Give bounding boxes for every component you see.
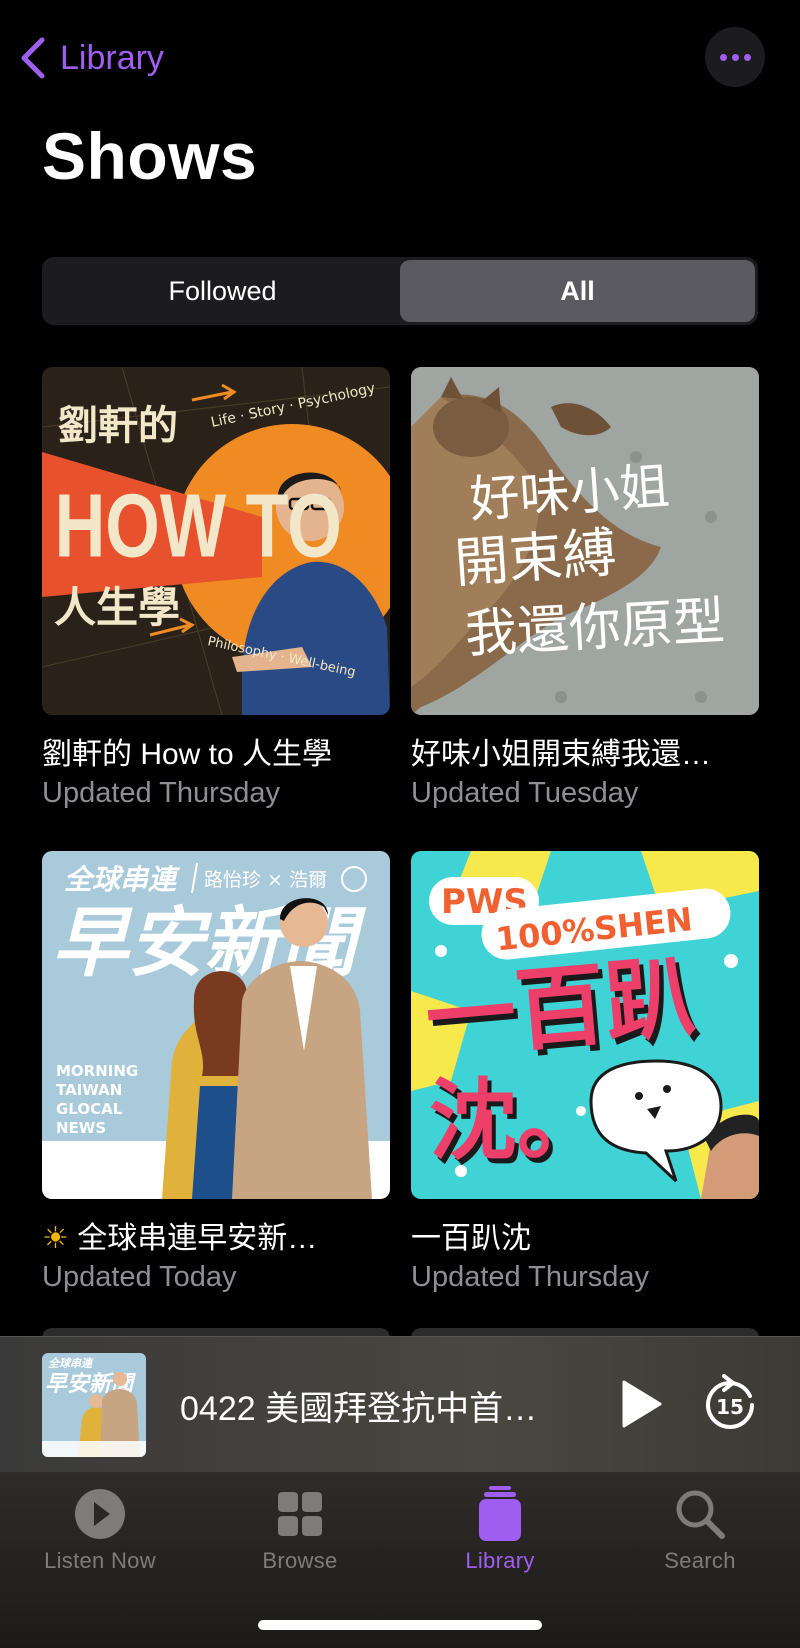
art-text: 開束縛 [453, 521, 619, 595]
back-button[interactable]: Library [18, 30, 164, 86]
art-text: 全球串連 [48, 1357, 94, 1370]
tab-browse[interactable]: Browse [200, 1484, 400, 1574]
art-text: TAIWAN [56, 1081, 122, 1099]
tab-listen-now[interactable]: Listen Now [0, 1484, 200, 1574]
tab-label: Library [465, 1548, 535, 1573]
ellipsis-dot [743, 53, 751, 61]
skip-forward-15-icon[interactable]: 15 [700, 1374, 760, 1434]
skip-seconds-label: 15 [716, 1395, 744, 1419]
tab-library[interactable]: Library [400, 1484, 600, 1574]
show-artwork[interactable]: 劉軒的 HOW TO 人生學 Life · Story · Psychology… [42, 367, 390, 715]
tab-label: Listen Now [44, 1548, 156, 1573]
filter-segmented-control: Followed All [42, 257, 758, 325]
mini-player[interactable]: 全球串連 早安新聞 0422 美國拜登抗中首… 15 [0, 1336, 800, 1472]
ellipsis-icon [719, 53, 727, 61]
play-circle-icon [75, 1489, 125, 1539]
show-card-morning-news[interactable]: 全球串連 路怡珍 × 浩爾 早安新聞 MORNING TAIWAN GLOCAL… [42, 851, 390, 1294]
show-artwork[interactable]: PWS 100%SHEN 一百趴 一百趴 沈。 沈。 [411, 851, 759, 1199]
show-title: 一百趴沈 [411, 1222, 531, 1255]
show-title: 好味小姐開束縛我還… [411, 738, 711, 771]
show-title: 劉軒的 How to 人生學 [42, 738, 333, 771]
sun-icon: ☀ [42, 1222, 69, 1255]
play-icon[interactable] [618, 1379, 664, 1429]
tab-label: Browse [262, 1548, 338, 1573]
art-text: MORNING [56, 1062, 138, 1080]
chevron-left-icon [21, 37, 45, 79]
show-updated: Updated Thursday [411, 1261, 650, 1293]
show-card-haowei[interactable]: 好味小姐 開束縛 我還你原型 好味小姐開束縛我還… Updated Tuesda… [411, 367, 759, 810]
home-indicator[interactable] [258, 1620, 542, 1630]
art-text: GLOCAL [56, 1100, 123, 1118]
more-options-button[interactable] [705, 27, 765, 87]
art-text: 人生學 [54, 583, 180, 632]
library-stack-icon [479, 1486, 521, 1541]
art-text: 劉軒的 [58, 403, 178, 449]
now-playing-title[interactable]: 0422 美國拜登抗中首… [180, 1381, 580, 1430]
ellipsis-dot [731, 53, 739, 61]
art-text: 路怡珍 × 浩爾 [204, 869, 327, 891]
now-playing-artwork[interactable]: 全球串連 早安新聞 [42, 1353, 146, 1457]
page-title: Shows [42, 119, 258, 193]
segment-all[interactable]: All [400, 260, 755, 322]
art-text: 全球串連 [64, 863, 180, 896]
art-text: HOW TO [55, 477, 342, 577]
show-updated: Updated Today [42, 1261, 237, 1293]
art-text: 沈。 [429, 1069, 605, 1172]
show-title-text: 全球串連早安新… [77, 1222, 318, 1255]
show-updated: Updated Thursday [42, 777, 281, 809]
art-text: NEWS [56, 1119, 106, 1137]
show-title: ☀ 全球串連早安新… [42, 1213, 390, 1257]
show-artwork[interactable]: 好味小姐 開束縛 我還你原型 [411, 367, 759, 715]
segment-followed[interactable]: Followed [45, 260, 400, 322]
show-card-100-shen[interactable]: PWS 100%SHEN 一百趴 一百趴 沈。 沈。 一百趴沈 Updated … [411, 851, 759, 1294]
grid-icon [278, 1492, 322, 1536]
show-card-how-to[interactable]: 劉軒的 HOW TO 人生學 Life · Story · Psychology… [42, 367, 390, 810]
search-icon [676, 1490, 725, 1539]
show-updated: Updated Tuesday [411, 777, 639, 809]
show-artwork[interactable]: 全球串連 路怡珍 × 浩爾 早安新聞 MORNING TAIWAN GLOCAL… [42, 851, 390, 1199]
back-label: Library [60, 38, 164, 77]
tab-label: Search [664, 1548, 736, 1573]
tab-search[interactable]: Search [600, 1484, 800, 1574]
